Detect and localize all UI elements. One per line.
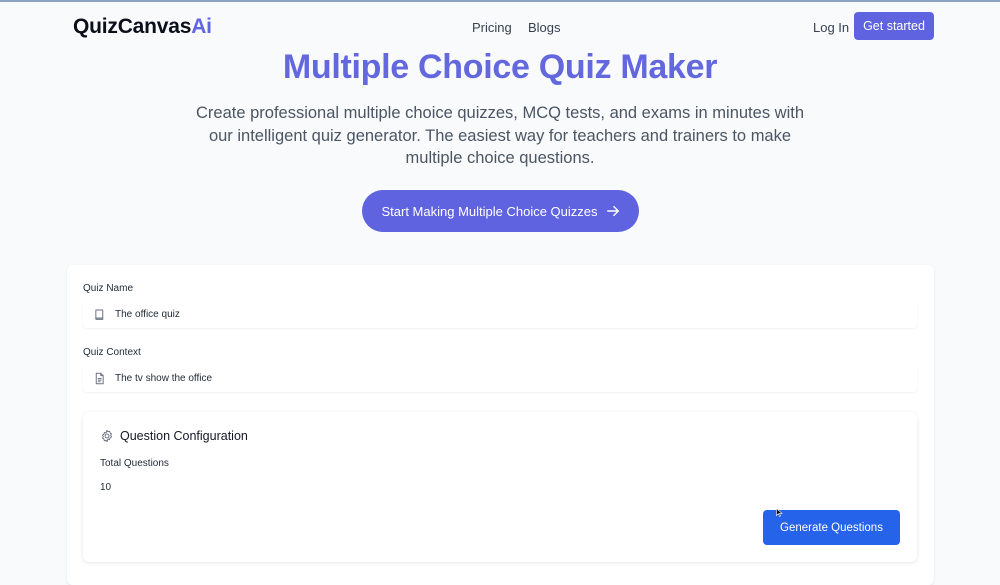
quiz-context-label: Quiz Context [83, 347, 141, 358]
gear-icon [102, 429, 112, 443]
page-title: Multiple Choice Quiz Maker [282, 48, 718, 86]
get-started-button[interactable]: Get started [854, 12, 934, 40]
hero-subtitle: Create professional multiple choice quiz… [195, 104, 804, 167]
login-link[interactable]: Log In [813, 20, 849, 35]
top-nav: QuizCanvasAi Pricing Blogs Log In Get st… [0, 2, 1000, 52]
logo-accent: Ai [191, 15, 212, 38]
document-icon [95, 372, 104, 384]
logo[interactable]: QuizCanvasAi [73, 15, 212, 39]
config-header: Question Configuration [100, 429, 248, 443]
quiz-context-value: The tv show the office [115, 372, 213, 384]
cta-label: Start Making Multiple Choice Quizzes [381, 203, 598, 219]
question-configuration-panel: Question Configuration Total Questions 1… [83, 412, 917, 562]
quiz-name-label: Quiz Name [83, 283, 134, 294]
total-questions-label: Total Questions [100, 458, 169, 469]
quiz-name-input[interactable]: The office quiz [83, 300, 917, 328]
book-icon [95, 309, 104, 320]
quiz-form-card: Quiz Name The office quiz Quiz Context T… [67, 265, 934, 585]
config-title: Question Configuration [120, 429, 248, 443]
nav-blogs-link[interactable]: Blogs [528, 20, 561, 35]
quiz-name-value: The office quiz [115, 308, 180, 320]
total-questions-input[interactable]: 10 [100, 482, 111, 493]
arrow-right-icon [606, 205, 619, 217]
logo-text: QuizCanvas [73, 15, 192, 38]
generate-questions-button[interactable]: Generate Questions [763, 510, 900, 545]
quiz-context-input[interactable]: The tv show the office [83, 364, 917, 392]
nav-pricing-link[interactable]: Pricing [472, 20, 512, 35]
mouse-cursor-icon [776, 508, 783, 517]
start-making-quizzes-button[interactable]: Start Making Multiple Choice Quizzes [362, 190, 639, 232]
